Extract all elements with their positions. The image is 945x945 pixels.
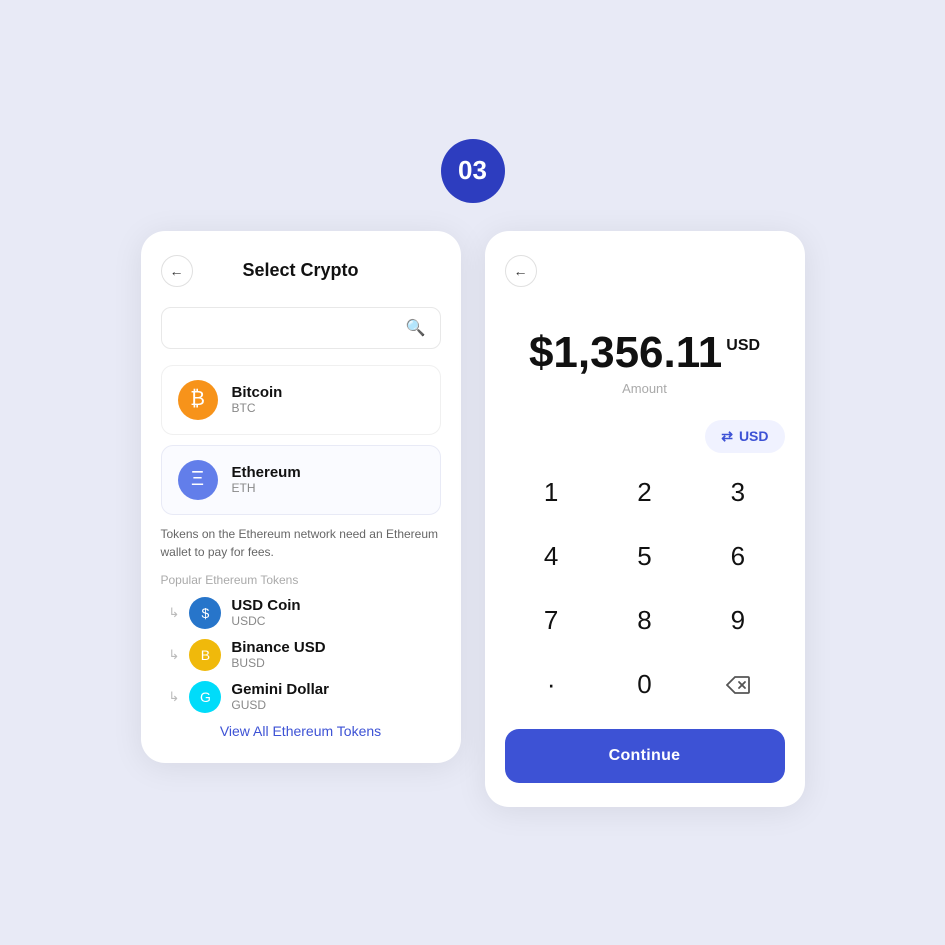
usdc-name: USD Coin: [231, 597, 300, 614]
step-number: 03: [458, 155, 487, 186]
usdc-info: USD Coin USDC: [231, 597, 300, 628]
key-5[interactable]: 5: [598, 525, 691, 589]
busd-item[interactable]: ↳ B Binance USD BUSD: [161, 639, 441, 671]
continue-button[interactable]: Continue: [505, 729, 785, 783]
busd-info: Binance USD BUSD: [231, 639, 325, 670]
backspace-icon: [726, 676, 750, 694]
key-7[interactable]: 7: [505, 589, 598, 653]
usdc-logo: $: [189, 597, 221, 629]
currency-toggle-label: USD: [739, 428, 769, 444]
amount-display: $1,356.11 USD: [505, 331, 785, 375]
gusd-item[interactable]: ↳ G Gemini Dollar GUSD: [161, 681, 441, 713]
left-panel-header: ← Select Crypto: [161, 255, 441, 287]
bitcoin-item[interactable]: ₿ Bitcoin BTC: [161, 365, 441, 435]
ethereum-ticker: ETH: [232, 481, 301, 495]
amount-currency-label: USD: [726, 337, 760, 355]
key-dot[interactable]: ·: [505, 653, 598, 717]
left-panel-title: Select Crypto: [242, 260, 358, 281]
busd-logo: B: [189, 639, 221, 671]
bitcoin-info: Bitcoin BTC: [232, 384, 283, 415]
key-6[interactable]: 6: [691, 525, 784, 589]
ethereum-name: Ethereum: [232, 464, 301, 481]
key-0[interactable]: 0: [598, 653, 691, 717]
currency-toggle-button[interactable]: ⇄ USD: [705, 420, 784, 453]
ethereum-item[interactable]: Ξ Ethereum ETH: [161, 445, 441, 515]
ethereum-logo: Ξ: [178, 460, 218, 500]
gusd-info: Gemini Dollar GUSD: [231, 681, 329, 712]
key-4[interactable]: 4: [505, 525, 598, 589]
usdc-item[interactable]: ↳ $ USD Coin USDC: [161, 597, 441, 629]
ethereum-info: Ethereum ETH: [232, 464, 301, 495]
left-back-button[interactable]: ←: [161, 255, 193, 287]
gusd-logo: G: [189, 681, 221, 713]
step-badge: 03: [441, 139, 505, 203]
gusd-sub-arrow-icon: ↳: [169, 689, 180, 705]
currency-toggle-row: ⇄ USD: [505, 420, 785, 453]
left-panel: ← Select Crypto 🔍 ₿ Bitcoin BTC Ξ Ethere…: [141, 231, 461, 763]
amount-value: $1,356.11: [529, 331, 722, 375]
key-8[interactable]: 8: [598, 589, 691, 653]
search-icon: 🔍: [406, 318, 426, 338]
popular-label: Popular Ethereum Tokens: [161, 573, 441, 587]
search-input[interactable]: [176, 320, 406, 336]
amount-label: Amount: [505, 381, 785, 396]
right-panel-header: ←: [505, 255, 785, 287]
keypad: 1 2 3 4 5 6 7 8 9 · 0: [505, 461, 785, 717]
busd-name: Binance USD: [231, 639, 325, 656]
bitcoin-logo: ₿: [178, 380, 218, 420]
swap-icon: ⇄: [721, 428, 733, 445]
gusd-ticker: GUSD: [231, 698, 329, 712]
amount-section: $1,356.11 USD Amount: [505, 307, 785, 404]
busd-sub-arrow-icon: ↳: [169, 647, 180, 663]
key-3[interactable]: 3: [691, 461, 784, 525]
view-all-link[interactable]: View All Ethereum Tokens: [161, 723, 441, 739]
key-backspace[interactable]: [691, 653, 784, 717]
busd-ticker: BUSD: [231, 656, 325, 670]
ethereum-note: Tokens on the Ethereum network need an E…: [161, 525, 441, 561]
right-panel: ← $1,356.11 USD Amount ⇄ USD 1 2 3 4 5 6…: [485, 231, 805, 807]
panels-row: ← Select Crypto 🔍 ₿ Bitcoin BTC Ξ Ethere…: [141, 231, 805, 807]
key-2[interactable]: 2: [598, 461, 691, 525]
bitcoin-name: Bitcoin: [232, 384, 283, 401]
search-box: 🔍: [161, 307, 441, 349]
right-back-arrow-icon: ←: [514, 263, 528, 279]
right-back-button[interactable]: ←: [505, 255, 537, 287]
bitcoin-ticker: BTC: [232, 401, 283, 415]
key-9[interactable]: 9: [691, 589, 784, 653]
left-back-arrow-icon: ←: [170, 263, 184, 279]
usdc-sub-arrow-icon: ↳: [169, 605, 180, 621]
usdc-ticker: USDC: [231, 614, 300, 628]
gusd-name: Gemini Dollar: [231, 681, 329, 698]
key-1[interactable]: 1: [505, 461, 598, 525]
